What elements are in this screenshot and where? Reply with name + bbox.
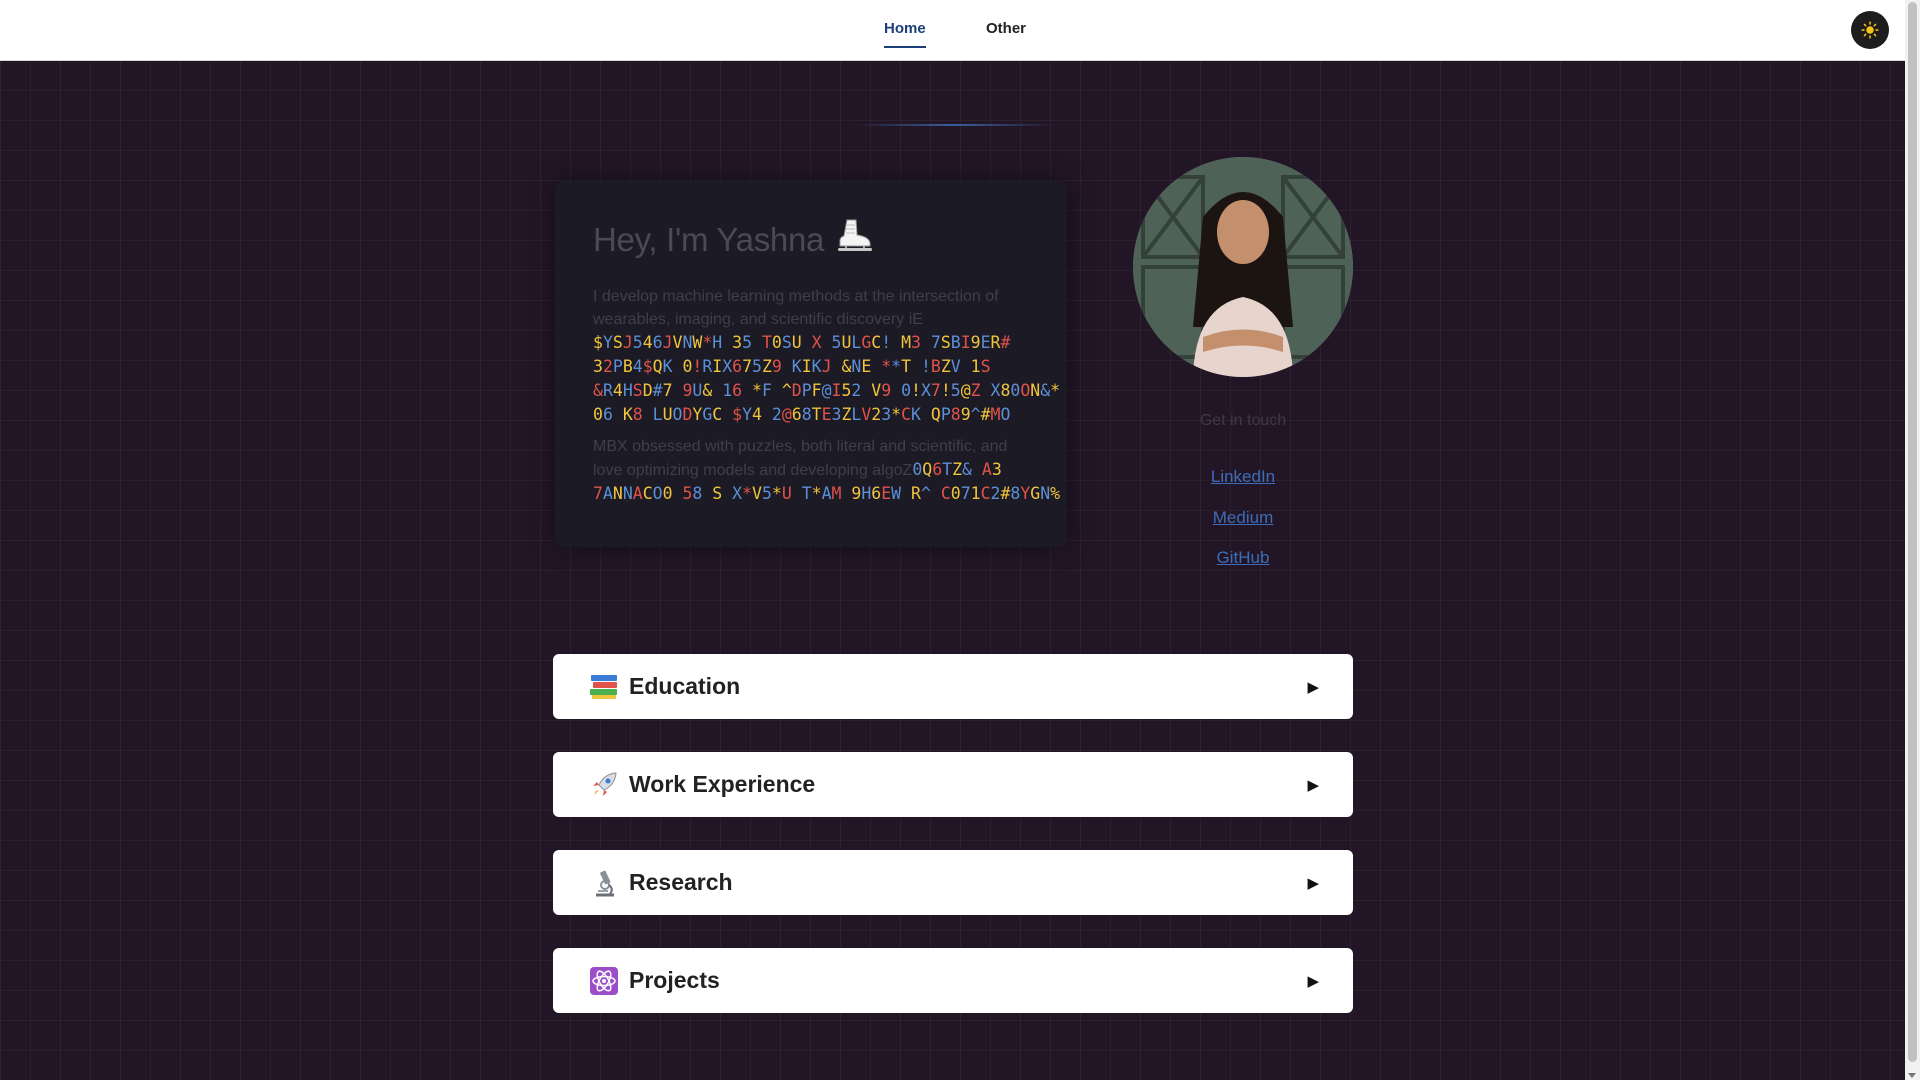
- intro-title-text: Hey, I'm Yashna: [593, 221, 825, 258]
- header-divider: [855, 124, 1055, 126]
- atom-icon: [589, 966, 619, 996]
- main-nav: Home Other: [0, 0, 1905, 61]
- theme-toggle-button[interactable]: [1851, 11, 1889, 49]
- top-navbar: Home Other: [0, 0, 1905, 61]
- rocket-icon: [589, 770, 619, 800]
- ice-skate-icon: [834, 217, 874, 263]
- section-work-experience[interactable]: Work Experience ▶: [553, 752, 1353, 817]
- section-title: Projects: [629, 967, 720, 993]
- intro-title: Hey, I'm Yashna: [593, 217, 1029, 263]
- glitch-text-line: 7ANNACO0 58 S X*V5*U T*AM 9H6EW R^ C071C…: [593, 484, 1061, 503]
- intro-paragraph-2: MBX obsessed with puzzles, both literal …: [593, 435, 1061, 506]
- glitch-text-inline: 0Q6TZ& A3: [912, 460, 1002, 479]
- glitch-text-line: &R4HSD#7 9U& 16 *F ^DPF@I52 V9 0!X7!5@Z …: [593, 381, 1061, 400]
- section-title: Work Experience: [629, 771, 816, 797]
- books-icon: [589, 672, 619, 702]
- section-title: Education: [629, 673, 741, 699]
- medium-link[interactable]: Medium: [1133, 508, 1353, 528]
- section-research[interactable]: Research ▶: [553, 850, 1353, 915]
- sun-icon: [1861, 21, 1879, 39]
- glitch-text-line: 06 K8 LUODYGC $Y4 2@68TE3ZLV23*CK QP89^#…: [593, 405, 1011, 424]
- nav-other-link[interactable]: Other: [986, 20, 1026, 37]
- expand-arrow-icon[interactable]: ▶: [1307, 874, 1319, 892]
- glitch-text-line: 32PB4$QK 0!RIX675Z9 KIKJ &NE **T !BZV 1S: [593, 357, 991, 376]
- section-education[interactable]: Education ▶: [553, 654, 1353, 719]
- expand-arrow-icon[interactable]: ▶: [1307, 678, 1319, 696]
- scroll-down-arrow-icon[interactable]: [1908, 1073, 1916, 1078]
- page-scrollbar[interactable]: [1905, 0, 1920, 1080]
- intro-text-1: I develop machine learning methods at th…: [593, 288, 999, 328]
- expand-arrow-icon[interactable]: ▶: [1307, 776, 1319, 794]
- linkedin-link[interactable]: LinkedIn: [1133, 467, 1353, 487]
- expand-arrow-icon[interactable]: ▶: [1307, 972, 1319, 990]
- intro-card: Hey, I'm Yashna I develop machine learni…: [555, 181, 1067, 547]
- profile-photo: [1133, 157, 1353, 377]
- nav-home-link[interactable]: Home: [884, 20, 926, 48]
- github-link[interactable]: GitHub: [1133, 548, 1353, 568]
- intro-paragraph-1: I develop machine learning methods at th…: [593, 285, 1061, 427]
- scrollbar-thumb[interactable]: [1908, 2, 1917, 1062]
- glitch-text-line: $YSJ546JVNW*H 35 T0SU X 5ULGC! M3 7SBI9E…: [593, 333, 1011, 352]
- section-projects[interactable]: Projects ▶: [553, 948, 1353, 1013]
- section-title: Research: [629, 869, 733, 895]
- get-in-touch-label: Get in touch: [1199, 412, 1287, 429]
- microscope-icon: [589, 868, 619, 898]
